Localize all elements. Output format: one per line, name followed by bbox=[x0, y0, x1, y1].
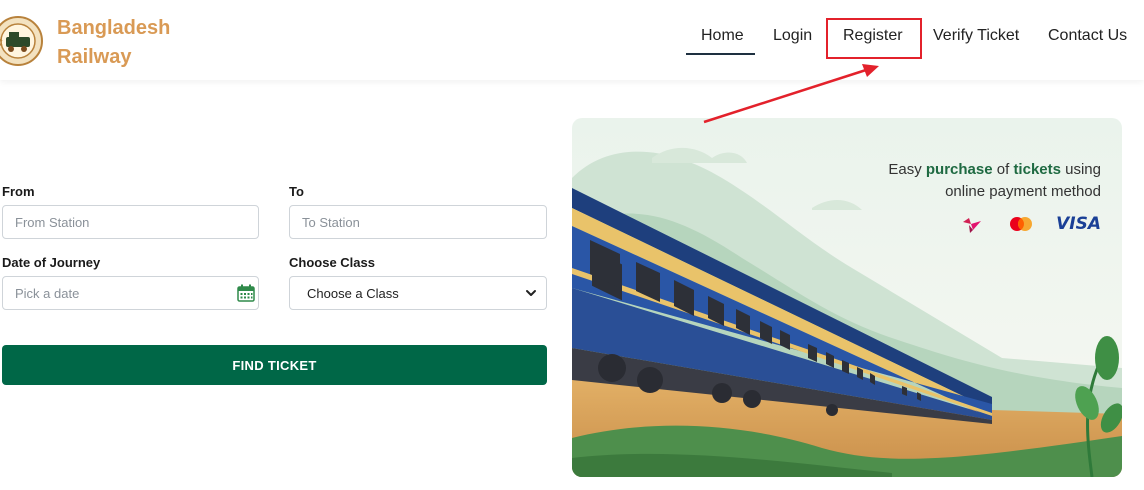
train-banner: Easy purchase of tickets using online pa… bbox=[572, 118, 1122, 477]
payment-promo-text: Easy purchase of tickets using online pa… bbox=[888, 159, 1101, 203]
find-ticket-button[interactable]: FIND TICKET bbox=[2, 345, 547, 385]
class-select[interactable]: Choose a Class bbox=[289, 276, 547, 310]
promo-text-b: of bbox=[992, 161, 1014, 178]
promo-bold-purchase: purchase bbox=[925, 161, 993, 178]
visa-icon: VISA bbox=[1056, 214, 1101, 234]
main-nav: Home Login Register Verify Ticket Contac… bbox=[0, 0, 1144, 80]
site-header: Bangladesh Railway Home Login Register V… bbox=[0, 0, 1144, 80]
from-station-input[interactable] bbox=[2, 205, 259, 239]
active-nav-indicator bbox=[686, 53, 755, 55]
register-highlight-box bbox=[826, 18, 922, 59]
journey-date-input[interactable] bbox=[2, 276, 259, 310]
promo-bold-tickets: tickets bbox=[1013, 161, 1061, 178]
promo-text-c: using bbox=[1060, 161, 1101, 178]
nav-login[interactable]: Login bbox=[773, 27, 812, 45]
nav-home[interactable]: Home bbox=[701, 27, 744, 45]
mastercard-icon bbox=[1010, 217, 1032, 231]
date-label: Date of Journey bbox=[2, 255, 101, 270]
class-select-value: Choose a Class bbox=[307, 286, 399, 301]
chevron-down-icon bbox=[526, 290, 536, 296]
to-station-input[interactable] bbox=[289, 205, 547, 239]
payment-icons: VISA bbox=[941, 214, 1101, 236]
nav-contact-us[interactable]: Contact Us bbox=[1048, 27, 1127, 45]
promo-line-1: Easy purchase of tickets using bbox=[888, 159, 1101, 181]
class-label: Choose Class bbox=[289, 255, 375, 270]
to-label: To bbox=[289, 184, 304, 199]
promo-text-a: Easy bbox=[888, 161, 926, 178]
calendar-icon[interactable] bbox=[237, 284, 255, 302]
promo-line-2: online payment method bbox=[945, 183, 1101, 200]
nav-verify-ticket[interactable]: Verify Ticket bbox=[933, 27, 1019, 45]
bkash-icon bbox=[963, 218, 981, 233]
from-label: From bbox=[2, 184, 35, 199]
